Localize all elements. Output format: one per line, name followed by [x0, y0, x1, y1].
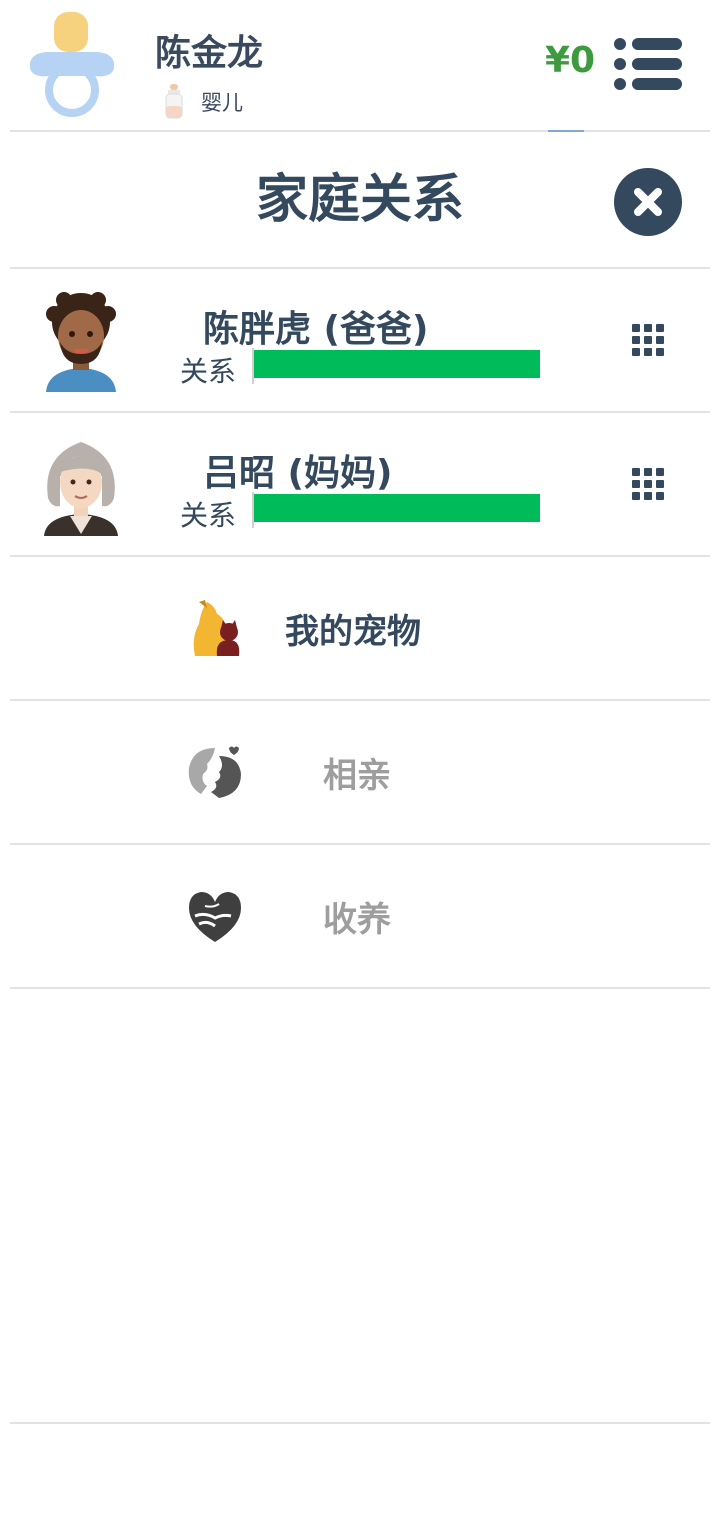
grid-menu-icon[interactable]	[628, 464, 668, 504]
life-stage-label: 婴儿	[201, 91, 243, 115]
blind-date-icon	[188, 746, 241, 798]
pet-icon	[193, 600, 240, 656]
blind-date-button[interactable]: 相亲	[10, 700, 710, 844]
family-member-row[interactable]: 陈胖虎 (爸爸) 关系	[10, 268, 710, 412]
my-pets-button[interactable]: 我的宠物	[10, 556, 710, 700]
relation-bar-fill	[254, 350, 540, 378]
pacifier-icon	[29, 12, 115, 117]
relation-bar-fill	[254, 494, 540, 522]
close-icon	[634, 188, 662, 216]
menu-list-icon[interactable]	[612, 36, 684, 92]
family-member-name: 陈胖虎 (爸爸)	[203, 309, 429, 350]
header: 陈金龙 婴儿 ¥0	[0, 0, 720, 132]
mother-avatar	[44, 442, 118, 536]
bottom-divider	[10, 1422, 710, 1424]
relation-bar	[252, 492, 540, 528]
relation-bar	[252, 348, 540, 384]
family-member-row[interactable]: 吕昭 (妈妈) 关系	[10, 412, 710, 556]
life-stage: 婴儿	[163, 84, 243, 120]
adoption-label: 收养	[323, 900, 391, 940]
adoption-heart-icon	[189, 892, 241, 942]
relation-label: 关系	[180, 499, 237, 532]
relation-label: 关系	[180, 355, 237, 388]
grid-menu-icon[interactable]	[628, 320, 668, 360]
page-title: 家庭关系	[255, 170, 464, 230]
close-button[interactable]	[614, 168, 682, 236]
adoption-button[interactable]: 收养	[10, 844, 710, 988]
row-divider	[10, 987, 710, 989]
money-balance: ¥0	[545, 40, 596, 81]
family-member-name: 吕昭 (妈妈)	[203, 453, 393, 494]
my-pets-label: 我的宠物	[285, 612, 421, 652]
baby-bottle-icon	[165, 84, 183, 119]
user-name: 陈金龙	[155, 33, 264, 74]
header-divider	[10, 130, 710, 132]
father-avatar	[46, 292, 116, 392]
accent-line	[548, 130, 584, 132]
blind-date-label: 相亲	[323, 756, 391, 796]
